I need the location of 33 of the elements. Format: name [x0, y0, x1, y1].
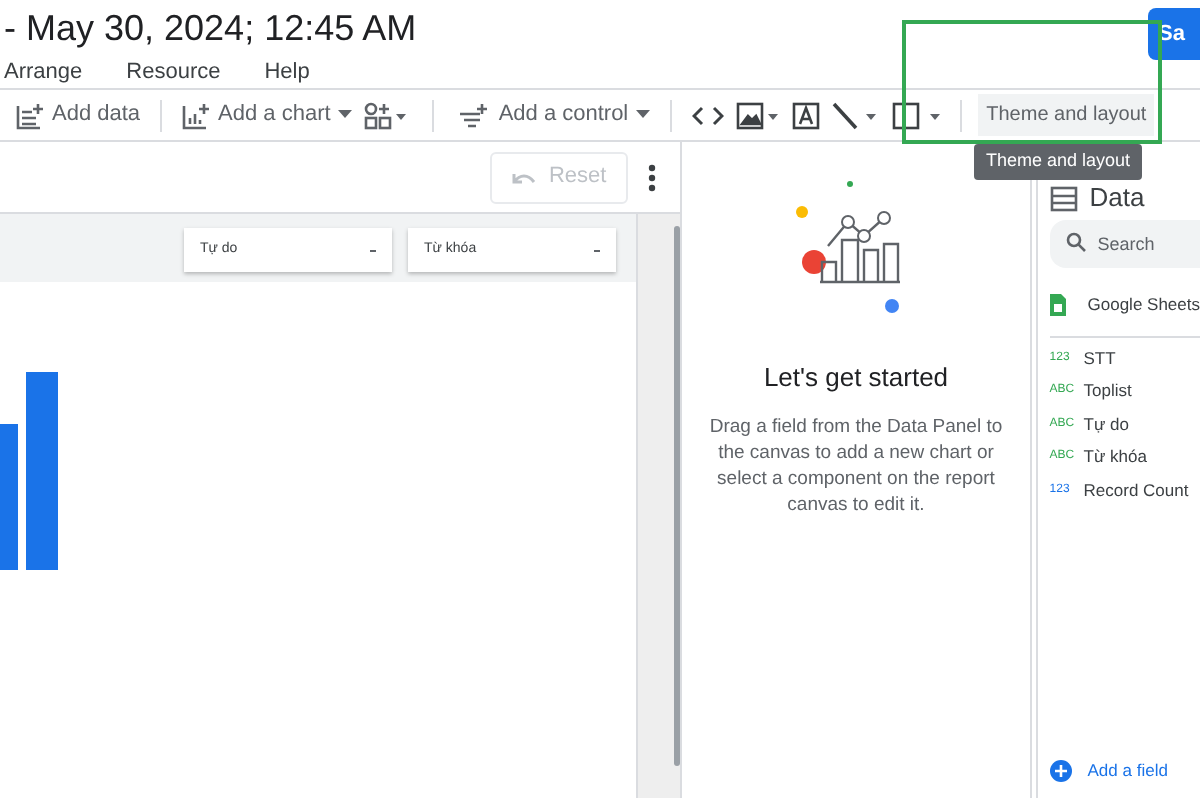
- caret-icon: [636, 110, 651, 120]
- code-icon[interactable]: [692, 103, 725, 127]
- add-field-button[interactable]: Add a field: [1049, 758, 1200, 784]
- search-icon: [1065, 232, 1086, 252]
- caret-icon: [338, 110, 353, 120]
- add-control-icon: [458, 101, 491, 129]
- data-panel-heading: Data: [1089, 180, 1145, 217]
- add-data-icon: [16, 101, 44, 129]
- undo-icon: [512, 169, 537, 185]
- scrollbar[interactable]: [674, 226, 681, 766]
- add-chart-icon: [182, 101, 211, 129]
- sheets-icon: [1049, 293, 1066, 315]
- add-data-button[interactable]: Add data: [16, 98, 141, 132]
- shape-icon[interactable]: [892, 101, 945, 129]
- search-field[interactable]: Search: [1049, 220, 1200, 268]
- panel-description: Drag a field from the Data Panel to the canvas to add a new chart or select a component on the report canvas to edit it.: [707, 413, 1005, 517]
- menu-item[interactable]: Help: [264, 56, 310, 86]
- image-icon[interactable]: [736, 101, 781, 129]
- menu-item[interactable]: Resource: [126, 56, 221, 86]
- add-control-button[interactable]: Add a control: [458, 98, 651, 132]
- components-icon[interactable]: [364, 101, 409, 129]
- more-icon[interactable]: [648, 163, 657, 191]
- text-box-icon[interactable]: [792, 101, 821, 129]
- report-title: - May 30, 2024; 12:45 AM: [2, 6, 417, 52]
- plus-icon: [1049, 760, 1072, 783]
- panel-heading: Let's get started: [763, 360, 949, 396]
- menu-item[interactable]: Arrange: [4, 56, 83, 86]
- data-source-name[interactable]: Google Sheets: [1087, 291, 1200, 317]
- add-chart-button[interactable]: Add a chart: [182, 98, 353, 132]
- table-icon: [1049, 185, 1078, 211]
- tooltip: Theme and layout: [974, 144, 1143, 179]
- theme-and-layout-button[interactable]: Theme and layout: [978, 94, 1155, 136]
- line-icon[interactable]: [832, 101, 881, 129]
